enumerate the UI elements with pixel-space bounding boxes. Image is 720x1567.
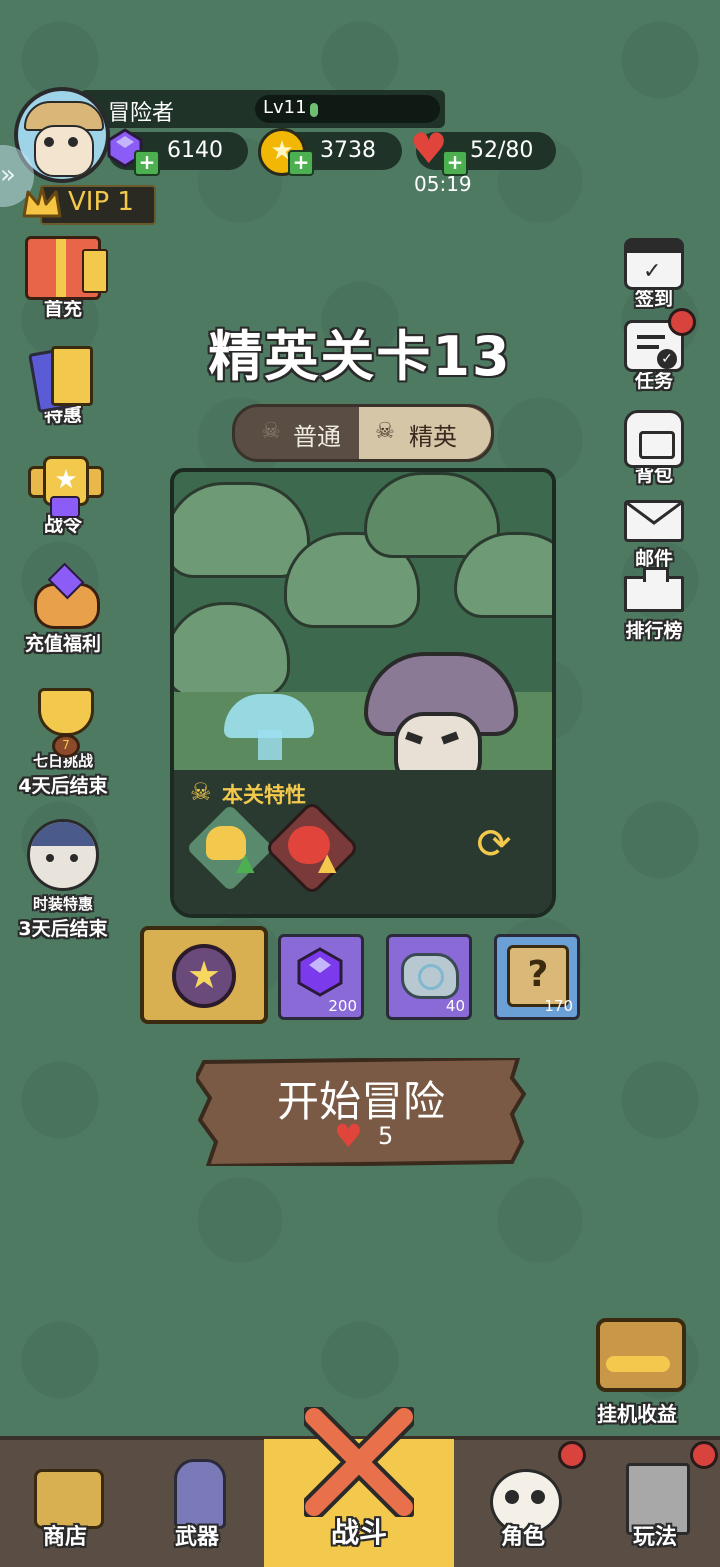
tab-elite-label: 精英	[409, 423, 457, 451]
fashion-offer-countdown: 3天后结束	[18, 918, 108, 940]
start-adventure-button[interactable]: 开始冒险 ♥ 5	[196, 1058, 526, 1166]
mail-icon	[624, 500, 684, 542]
stamina-cost: 5	[378, 1122, 394, 1150]
piggy-bank-icon	[28, 562, 100, 629]
trait-skull-icon: ☠	[190, 778, 212, 806]
backpack-icon	[624, 410, 684, 468]
gem-count: 6140	[167, 138, 223, 163]
tab-normal-label: 普通	[293, 423, 341, 451]
character-notification-dot	[558, 1441, 586, 1469]
fashion-offer-button[interactable]: 时装特惠 3天后结束	[8, 815, 118, 941]
glowing-mushroom-stem	[258, 730, 282, 760]
fashion-offer-label: 时装特惠	[32, 895, 93, 913]
reward-chest[interactable]: ★	[140, 926, 268, 1024]
idle-rewards-button[interactable]: 挂机收益	[582, 1312, 692, 1426]
leaderboard-label: 排行榜	[625, 620, 683, 642]
crown-icon	[20, 180, 64, 224]
nav-battle-label: 战斗	[330, 1516, 387, 1549]
up-arrow-icon: ▲	[236, 848, 255, 876]
up-arrow-icon: ▲	[318, 848, 337, 876]
reward-scroll-count: 170	[544, 997, 573, 1015]
add-gems-icon[interactable]: +	[134, 150, 160, 176]
coin-count: 3738	[320, 138, 376, 163]
reward-gem[interactable]: 200	[278, 934, 364, 1020]
tasks-button[interactable]: ✓ 任务	[614, 308, 696, 393]
seven-day-challenge-button[interactable]: 7 七日挑战 4天后结束	[8, 678, 118, 798]
reward-scroll[interactable]: ? 170	[494, 934, 580, 1020]
nav-battle[interactable]: 战斗	[264, 1404, 454, 1567]
sign-in-button[interactable]: ✓ 签到	[614, 238, 694, 311]
nav-character-label: 角色	[500, 1525, 545, 1550]
star-icon: ★	[172, 944, 236, 1008]
special-offer-button[interactable]: 特惠	[8, 342, 118, 427]
add-coins-icon[interactable]: +	[288, 150, 314, 176]
mail-button[interactable]: 邮件	[614, 500, 694, 571]
nav-shop-label: 商店	[42, 1525, 87, 1550]
battle-pass-button[interactable]: ★ 战令	[8, 452, 118, 537]
trophy-icon: 7	[28, 682, 98, 758]
crossed-swords-icon	[301, 1404, 417, 1520]
samurai-avatar-icon	[27, 819, 99, 891]
recharge-bonus-label: 充值福利	[24, 633, 101, 655]
vip-level: VIP 1	[68, 187, 134, 217]
nav-gameplay[interactable]: 玩法	[590, 1439, 720, 1567]
skull-icon: ☠	[261, 419, 281, 444]
stage-title: 精英关卡13	[208, 325, 512, 388]
heart-icon: ♥	[334, 1117, 363, 1155]
level-exp-dot	[310, 103, 318, 117]
reward-gem-count: 200	[328, 997, 357, 1015]
podium-icon	[624, 567, 684, 612]
nav-gameplay-label: 玩法	[632, 1525, 677, 1550]
nav-shop[interactable]: 商店	[0, 1439, 130, 1567]
gameplay-notification-dot	[690, 1441, 718, 1469]
nav-weapons-label: 武器	[174, 1525, 219, 1550]
leaderboard-button[interactable]: 排行榜	[614, 567, 694, 643]
reward-stone-count: 40	[445, 997, 465, 1015]
backpack-button[interactable]: 背包	[614, 410, 694, 487]
elite-skull-icon: ☠	[375, 419, 395, 444]
stamina-count: 52/80	[470, 138, 534, 163]
player-name: 冒险者	[108, 101, 175, 126]
stamina-timer: 05:19	[414, 172, 472, 196]
seven-day-challenge-countdown: 4天后结束	[18, 775, 108, 797]
gift-box-icon	[25, 236, 108, 300]
stone-icon	[401, 953, 459, 999]
first-recharge-button[interactable]: 首充	[8, 232, 118, 321]
reward-stone[interactable]: 40	[386, 934, 472, 1020]
bottom-nav: 商店 武器 战斗 角色 玩法	[0, 1404, 720, 1567]
tab-elite[interactable]: ☠ 精英	[359, 407, 491, 459]
recharge-bonus-button[interactable]: 充值福利	[8, 562, 118, 656]
tasks-notification-dot	[668, 308, 696, 336]
nav-character[interactable]: 角色	[458, 1439, 588, 1567]
tab-normal[interactable]: ☠ 普通	[235, 407, 359, 459]
gem-icon	[295, 947, 345, 1001]
cards-icon	[28, 346, 93, 414]
difficulty-tabs: ☠ 普通 ☠ 精英	[232, 404, 494, 462]
idle-rewards-label: 挂机收益	[597, 1402, 677, 1426]
refresh-traits-icon[interactable]: ⟳	[470, 820, 518, 868]
calendar-icon: ✓	[624, 238, 684, 290]
treasure-chest-icon	[596, 1318, 686, 1392]
level-text: Lv11	[263, 97, 307, 118]
tree-canopy	[174, 482, 310, 578]
nav-weapons[interactable]: 武器	[132, 1439, 262, 1567]
battle-pass-icon: ★	[28, 456, 104, 518]
